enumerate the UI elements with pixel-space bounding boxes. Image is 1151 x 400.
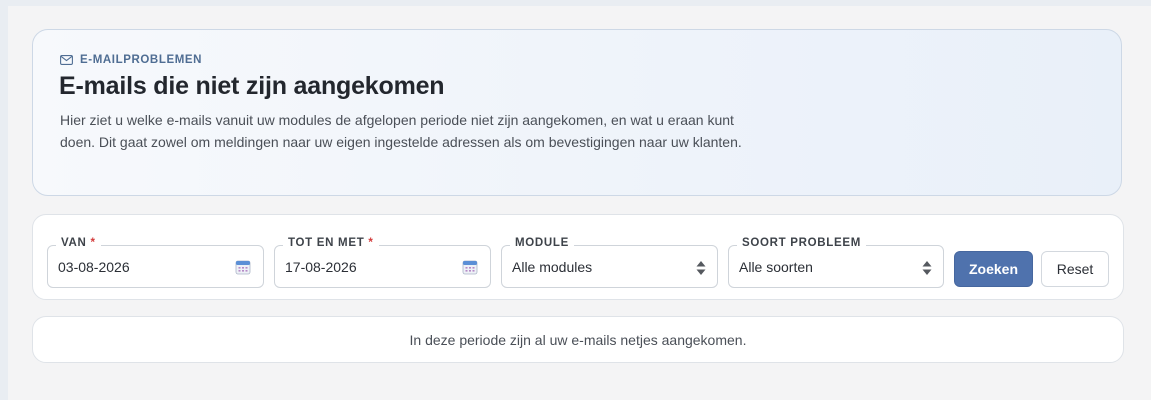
filter-form: VAN * 03-08-2026 TOT EN MET * 17-08-2026 <box>32 214 1124 300</box>
required-marker: * <box>90 237 96 249</box>
problem-type-select[interactable]: SOORT PROBLEEM Alle soorten <box>728 237 944 288</box>
calendar-icon[interactable] <box>462 259 478 275</box>
problem-type-label: SOORT PROBLEEM <box>737 237 867 249</box>
module-label: MODULE <box>510 237 575 249</box>
page: E-MAILPROBLEMEN E-mails die niet zijn aa… <box>8 6 1151 400</box>
to-date-value[interactable]: 17-08-2026 <box>285 259 357 275</box>
required-marker: * <box>368 237 374 249</box>
mail-icon <box>60 55 73 65</box>
results-panel: In deze periode zijn al uw e-mails netje… <box>32 316 1124 363</box>
reset-button[interactable]: Reset <box>1041 251 1109 287</box>
to-date-label: TOT EN MET * <box>283 237 379 249</box>
module-select[interactable]: MODULE Alle modules <box>501 237 718 288</box>
sort-arrows-icon <box>696 261 706 275</box>
intro-panel: E-MAILPROBLEMEN E-mails die niet zijn aa… <box>32 29 1122 196</box>
eyebrow: E-MAILPROBLEMEN <box>60 54 202 66</box>
from-date-value[interactable]: 03-08-2026 <box>58 259 130 275</box>
calendar-icon[interactable] <box>235 259 251 275</box>
eyebrow-label: E-MAILPROBLEMEN <box>80 54 203 66</box>
to-date-field[interactable]: TOT EN MET * 17-08-2026 <box>274 237 491 288</box>
empty-state-message: In deze periode zijn al uw e-mails netje… <box>409 331 747 348</box>
module-selected-value[interactable]: Alle modules <box>512 259 592 275</box>
page-description: Hier ziet u welke e-mails vanuit uw modu… <box>60 112 742 150</box>
from-date-label: VAN * <box>56 237 101 249</box>
problem-type-selected-value[interactable]: Alle soorten <box>739 259 813 275</box>
from-date-field[interactable]: VAN * 03-08-2026 <box>47 237 264 288</box>
search-button[interactable]: Zoeken <box>954 251 1033 287</box>
sort-arrows-icon <box>922 261 932 275</box>
page-title: E-mails die niet zijn aangekomen <box>59 72 445 100</box>
